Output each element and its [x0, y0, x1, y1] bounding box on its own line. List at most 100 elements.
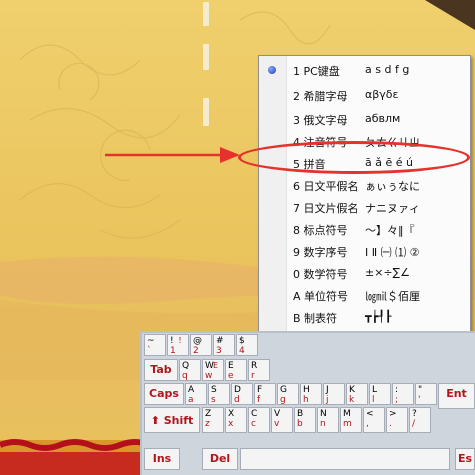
menu-item-label: 6 日文平假名 [293, 180, 359, 193]
key-main-char: s [211, 395, 216, 405]
menu-item[interactable]: 1 PC键盘 a s d f g [259, 59, 470, 81]
radio-selected-icon [268, 66, 276, 74]
tab-key[interactable]: Tab [144, 359, 178, 381]
key-shift-char: > [389, 409, 397, 419]
shift-arrow-icon: ⬆ [150, 414, 164, 427]
menu-item-label: 9 数字序号 [293, 246, 348, 259]
menu-item-label: 8 标点符号 [293, 224, 348, 237]
key-g[interactable]: Gg [277, 383, 299, 405]
menu-item-label: 2 希腊字母 [293, 90, 348, 103]
key-main-char: j [326, 395, 329, 405]
key-shift-char: ~ [147, 336, 155, 346]
key-shift-char: " [418, 385, 423, 395]
key-main-char: z [205, 419, 210, 429]
key-main-char: e [228, 371, 234, 381]
key-z[interactable]: Zz [202, 407, 224, 433]
key-main-char: b [297, 419, 303, 429]
key-main-char: r [251, 371, 255, 381]
key-2[interactable]: @2 [190, 334, 212, 356]
key-main-char: 1 [170, 346, 176, 356]
dashed-line [203, 44, 209, 70]
key-1[interactable]: ! 1！ [167, 334, 189, 356]
key-shift-char: C [251, 409, 258, 419]
key-shift-char: L [372, 385, 378, 395]
key-j[interactable]: Jj [323, 383, 345, 405]
key-d[interactable]: Dd [231, 383, 253, 405]
key-r[interactable]: Rr [248, 359, 270, 381]
menu-item[interactable]: 9 数字序号 Ⅰ Ⅱ ㈠ ⑴ ② [259, 240, 470, 262]
menu-item[interactable]: 2 希腊字母 αβγδε [259, 84, 470, 106]
menu-item-label: 0 数学符号 [293, 268, 348, 281]
key-shift-char: Z [205, 409, 212, 419]
key-n[interactable]: Nn [317, 407, 339, 433]
key-b[interactable]: Bb [294, 407, 316, 433]
caps-key[interactable]: Caps [144, 383, 184, 405]
menu-item-sample: ±×÷∑∠ [365, 266, 410, 279]
key-q[interactable]: Qq [179, 359, 201, 381]
key-h[interactable]: Hh [300, 383, 322, 405]
key-,[interactable]: <, [363, 407, 385, 433]
key-w[interactable]: WwE [202, 359, 224, 381]
key-main-char: 2 [193, 346, 199, 356]
key-main-char: 4 [239, 346, 245, 356]
menu-item[interactable]: A 单位符号 ㏒㏕＄佰厘 [259, 284, 470, 306]
key-main-char: g [280, 395, 286, 405]
key-main-char: v [274, 419, 280, 429]
key-main-char: n [320, 419, 326, 429]
menu-item[interactable]: 8 标点符号 ～】々‖『 [259, 218, 470, 240]
menu-item-label: 1 PC键盘 [293, 65, 340, 78]
menu-item[interactable]: 6 日文平假名 ぁぃぅなに [259, 174, 470, 196]
key-;[interactable]: :; [392, 383, 414, 405]
key-shift-char: Q [182, 361, 190, 371]
key-x[interactable]: Xx [225, 407, 247, 433]
key-shift-char: F [257, 385, 263, 395]
key-shift-char: $ [239, 336, 245, 346]
dashed-line [203, 2, 209, 26]
menu-item[interactable]: 0 数学符号 ±×÷∑∠ [259, 262, 470, 284]
key-shift-char: A [188, 385, 195, 395]
ins-key[interactable]: Ins [144, 448, 180, 470]
key-c[interactable]: Cc [248, 407, 270, 433]
esc-key[interactable]: Es [455, 448, 475, 470]
menu-item[interactable]: 3 俄文字母 абвлм [259, 108, 470, 130]
key-v[interactable]: Vv [271, 407, 293, 433]
key-main-char: , [366, 419, 369, 429]
space-key[interactable] [240, 448, 450, 470]
key-main-char: l [372, 395, 375, 405]
menu-item-label: B 制表符 [293, 312, 338, 325]
key-3[interactable]: #3 [213, 334, 235, 356]
key-/[interactable]: ? / [409, 407, 431, 433]
shift-key[interactable]: ⬆ Shift [144, 407, 200, 433]
key-main-char: / [412, 419, 416, 429]
menu-item-sample: абвлм [365, 112, 401, 125]
key-shift-char: R [251, 361, 258, 371]
del-key[interactable]: Del [202, 448, 238, 470]
menu-item-sample: Ⅰ Ⅱ ㈠ ⑴ ② [365, 246, 420, 259]
key-k[interactable]: Kk [346, 383, 368, 405]
key-shift-char: ! [170, 336, 174, 346]
menu-item[interactable]: B 制表符 ┳┢┦┠ [259, 306, 470, 328]
key-4[interactable]: $4 [236, 334, 258, 356]
key-'[interactable]: " ' [415, 383, 437, 405]
menu-item-label: 7 日文片假名 [293, 202, 359, 215]
menu-item-sample: ～】々‖『 [365, 224, 415, 237]
highlight-oval [238, 141, 470, 174]
key-main-char: ; [395, 395, 399, 405]
key-s[interactable]: Ss [208, 383, 230, 405]
key-`[interactable]: ~ ` [144, 334, 166, 356]
key-l[interactable]: Ll [369, 383, 391, 405]
key-e[interactable]: Ee [225, 359, 247, 381]
enter-key[interactable]: Ent [438, 383, 475, 409]
menu-item-sample: ㏒㏕＄佰厘 [365, 290, 420, 303]
menu-item-label: 3 俄文字母 [293, 114, 348, 127]
key-a[interactable]: Aa [185, 383, 207, 405]
key-main-char: w [205, 371, 213, 381]
key-shift-char: H [303, 385, 310, 395]
menu-item-sample: ┳┢┦┠ [365, 310, 392, 323]
menu-item[interactable]: 7 日文片假名 ナニヌァィ [259, 196, 470, 218]
key-.[interactable]: >. [386, 407, 408, 433]
key-f[interactable]: Ff [254, 383, 276, 405]
key-shift-char: B [297, 409, 304, 419]
key-m[interactable]: Mm [340, 407, 362, 433]
key-main-char: f [257, 395, 261, 405]
